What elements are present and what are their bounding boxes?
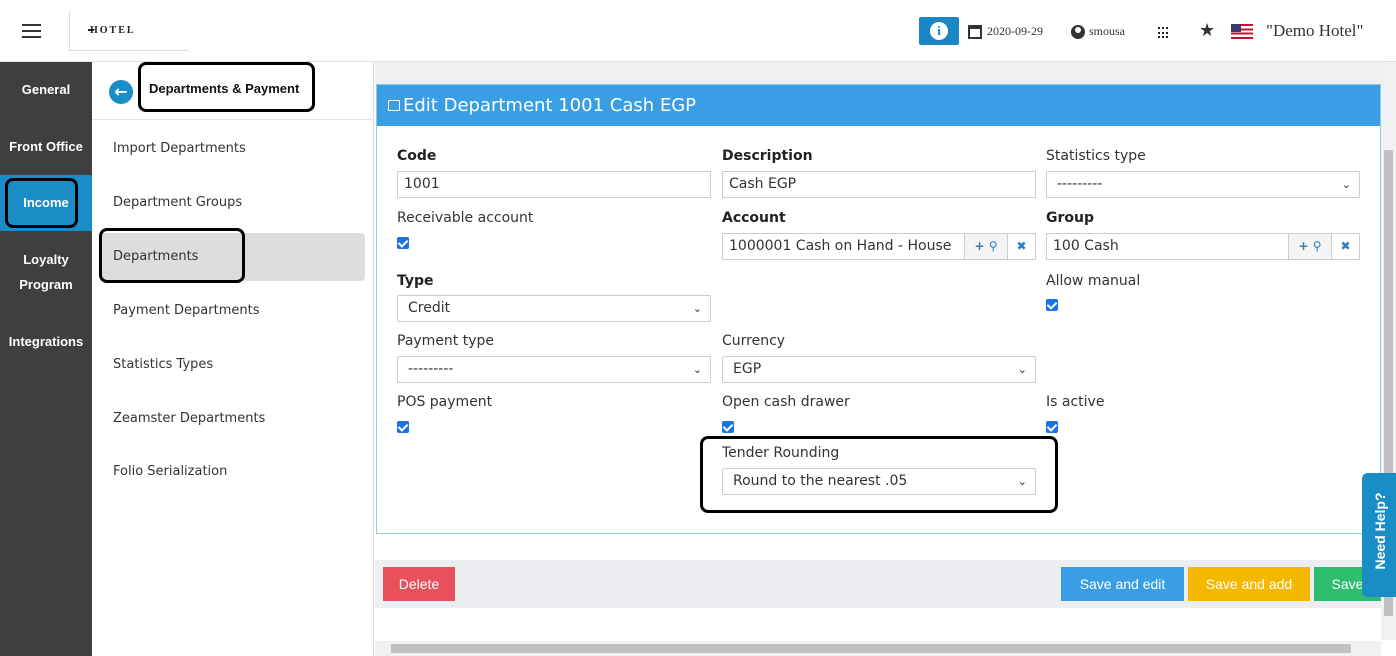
chevron-down-icon: ⌄ [1017,363,1027,376]
receivable-account-checkbox[interactable] [397,237,409,249]
chevron-down-icon: ⌄ [692,363,702,376]
is-active-label: Is active [1046,394,1105,410]
currency-select[interactable]: EGP ⌄ [722,356,1036,383]
allow-manual-checkbox[interactable] [1046,299,1058,311]
chevron-down-icon: ⌄ [692,302,702,315]
description-label: Description [722,148,813,164]
primary-sidebar: General Front Office Income Loyalty Prog… [0,62,92,656]
panel-title: Edit Department 1001 Cash EGP [403,95,697,116]
currency-label: Currency [722,333,786,349]
star-icon[interactable]: ★ [1199,20,1215,41]
nav-loyalty[interactable]: Loyalty [0,247,92,272]
highlight-departments [99,228,245,283]
secondary-sidebar: Import Departments Department Groups Dep… [92,62,374,656]
nav-front-office[interactable]: Front Office [0,134,92,159]
back-arrow-icon[interactable]: ← [109,80,133,104]
clear-icon: ✖ [1016,239,1027,253]
horizontal-scrollbar[interactable] [375,641,1381,656]
user-icon[interactable] [1071,25,1085,39]
open-cash-drawer-label: Open cash drawer [722,394,850,410]
is-active-checkbox[interactable] [1046,421,1058,433]
receivable-account-label: Receivable account [397,210,534,226]
search-icon: ⚲ [1312,239,1322,253]
type-label: Type [397,273,434,289]
menu-icon[interactable] [22,24,41,38]
payment-type-select[interactable]: --------- ⌄ [397,356,711,383]
calendar-icon[interactable] [968,25,982,39]
type-select[interactable]: Credit ⌄ [397,295,711,322]
type-value: Credit [408,300,451,316]
top-bar: HOTEL i 2020-09-29 smousa ★ "Demo Hotel" [0,0,1396,62]
divider [92,119,374,120]
chevron-down-icon: ⌄ [1341,178,1351,191]
search-icon: ⚲ [988,239,998,253]
logo-text: HOTEL [88,25,136,36]
subnav-payment-departments[interactable]: Payment Departments [113,303,260,318]
info-button[interactable]: i [919,17,959,45]
subnav-folio-serialization[interactable]: Folio Serialization [113,464,227,479]
allow-manual-label: Allow manual [1046,273,1141,289]
account-add-search-button[interactable]: + ⚲ [964,233,1008,260]
open-cash-drawer-checkbox[interactable] [722,421,734,433]
code-input[interactable]: 1001 [397,171,711,198]
group-clear-button[interactable]: ✖ [1331,233,1360,260]
nav-general[interactable]: General [0,77,92,102]
pos-payment-checkbox[interactable] [397,421,409,433]
group-label: Group [1046,210,1095,226]
payment-type-label: Payment type [397,333,495,349]
code-label: Code [397,148,437,164]
description-input[interactable]: Cash EGP [722,171,1036,198]
save-and-add-button[interactable]: Save and add [1188,567,1310,601]
logo[interactable]: HOTEL [69,11,189,51]
nav-integrations[interactable]: Integrations [0,329,92,354]
delete-button[interactable]: Delete [383,567,455,601]
highlight-tender-rounding [700,436,1058,513]
currency-value: EGP [733,361,762,377]
edit-icon [388,100,400,111]
hotel-selector[interactable]: "Demo Hotel" [1266,21,1363,41]
account-clear-button[interactable]: ✖ [1007,233,1036,260]
subnav-zeamster-departments[interactable]: Zeamster Departments [113,411,265,426]
horizontal-scroll-thumb[interactable] [391,644,1351,653]
statistics-type-select[interactable]: --------- ⌄ [1046,171,1360,198]
pos-payment-label: POS payment [397,394,493,410]
content-top-spacer [375,62,1381,84]
clear-icon: ✖ [1340,239,1351,253]
need-help-tab[interactable]: Need Help? [1362,473,1396,597]
payment-type-value: --------- [408,361,454,377]
highlight-section-title [138,62,315,112]
add-icon: + [1298,239,1309,253]
form-actions: Delete Save and edit Save and add Save [375,560,1381,608]
nav-loyalty-program[interactable]: Program [0,272,92,297]
info-icon: i [930,22,948,40]
subnav-statistics-types[interactable]: Statistics Types [113,357,213,372]
statistics-type-label: Statistics type [1046,148,1146,164]
username[interactable]: smousa [1089,24,1125,39]
group-input[interactable]: 100 Cash [1046,233,1289,260]
statistics-type-value: --------- [1057,176,1103,192]
business-date[interactable]: 2020-09-29 [987,24,1043,39]
add-icon: + [974,239,985,253]
group-add-search-button[interactable]: + ⚲ [1288,233,1332,260]
need-help-label: Need Help? [1372,492,1388,570]
us-flag-icon[interactable] [1231,24,1253,39]
panel-header: Edit Department 1001 Cash EGP [377,85,1380,126]
highlight-income [5,178,78,228]
subnav-import-departments[interactable]: Import Departments [113,141,246,156]
subnav-department-groups[interactable]: Department Groups [113,195,242,210]
account-label: Account [722,210,786,226]
account-input[interactable]: 1000001 Cash on Hand - House [722,233,965,260]
save-and-edit-button[interactable]: Save and edit [1061,567,1184,601]
apps-grid-icon[interactable] [1158,27,1170,39]
